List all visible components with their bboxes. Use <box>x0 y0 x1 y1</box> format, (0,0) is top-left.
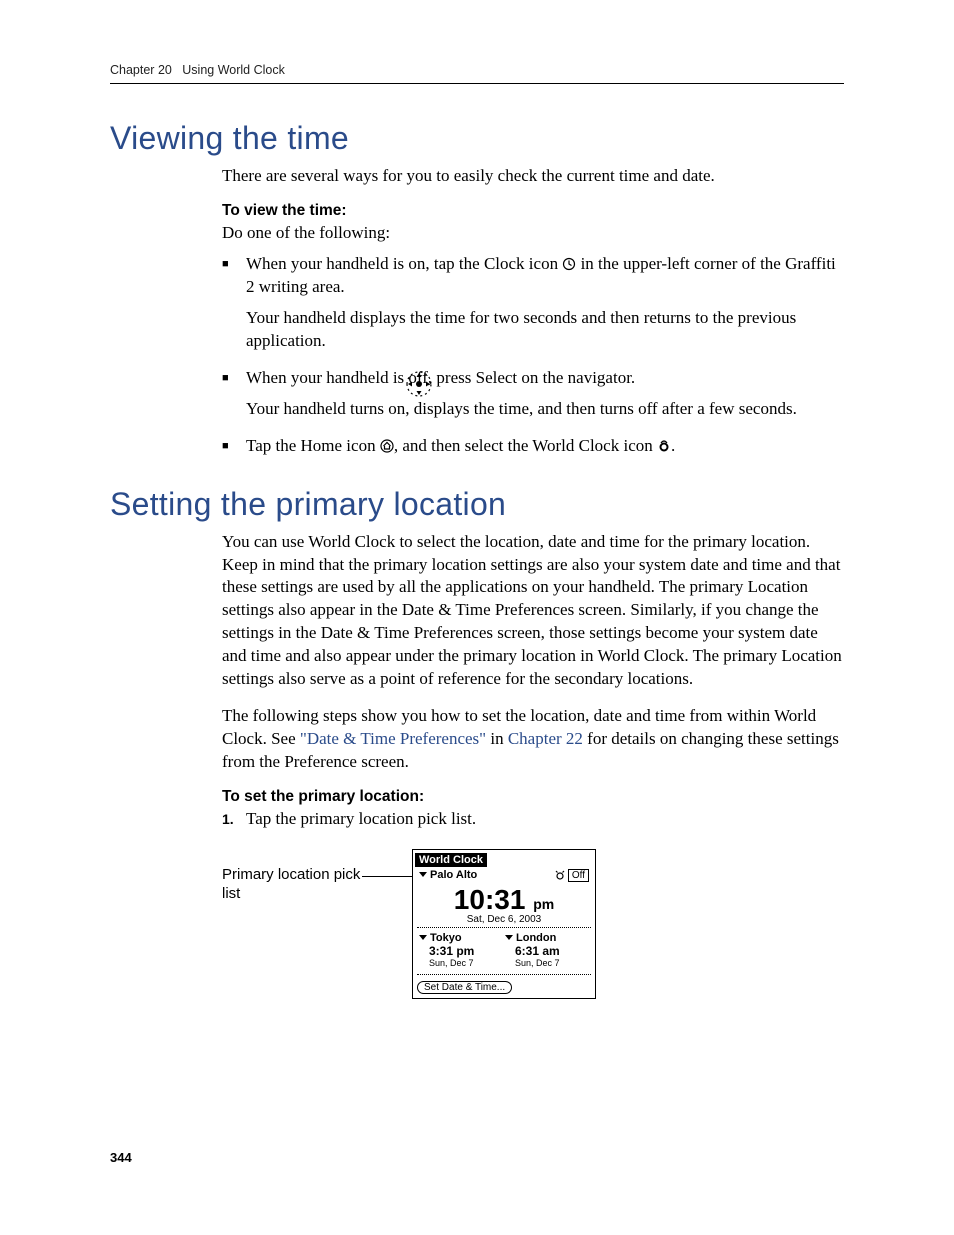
running-header: Chapter 20 Using World Clock <box>110 63 844 83</box>
procedure-heading: To view the time: <box>222 202 844 220</box>
chapter-title: Using World Clock <box>182 63 285 77</box>
figure: Primary location pick list World Clock P… <box>222 849 844 999</box>
xref-date-time-preferences[interactable]: "Date & Time Preferences" <box>300 729 486 748</box>
header-rule <box>110 83 844 84</box>
numbered-step: 1. Tap the primary location pick list. <box>222 808 844 831</box>
secondary-city-picklist[interactable]: London <box>505 932 591 944</box>
alarm-control[interactable]: Off <box>555 869 589 882</box>
callout-leader-line <box>362 876 412 877</box>
primary-location-picklist[interactable]: Palo Alto <box>419 869 477 881</box>
procedure-lead: Do one of the following: <box>222 222 844 245</box>
secondary-date: Sun, Dec 7 <box>419 958 505 968</box>
secondary-location: London 6:31 am Sun, Dec 7 <box>505 932 591 968</box>
bullet-item: ■ When your handheld is off, press Selec… <box>222 367 844 390</box>
bullet-sub: Your handheld turns on, displays the tim… <box>246 398 844 421</box>
world-clock-icon <box>657 439 671 453</box>
divider <box>417 974 591 975</box>
chevron-down-icon <box>419 872 427 877</box>
bullet-text: When your handheld is on, tap the Clock … <box>246 253 844 299</box>
bullet-mark-icon: ■ <box>222 435 246 458</box>
primary-time: 10:31 pm <box>413 882 595 914</box>
secondary-date: Sun, Dec 7 <box>505 958 591 968</box>
home-icon <box>380 439 394 453</box>
intro-paragraph: There are several ways for you to easily… <box>222 165 844 188</box>
bullet-sub: Your handheld displays the time for two … <box>246 307 844 353</box>
body-paragraph: The following steps show you how to set … <box>222 705 844 774</box>
section-heading-setting: Setting the primary location <box>110 486 844 523</box>
bullet-mark-icon: ■ <box>222 367 246 390</box>
alarm-icon <box>555 870 565 880</box>
chapter-label: Chapter 20 <box>110 63 172 77</box>
secondary-time: 3:31 pm <box>419 944 505 958</box>
callout-label: Primary location pick list <box>222 849 362 904</box>
clock-icon <box>562 257 576 271</box>
bullet-item: ■ When your handheld is on, tap the Cloc… <box>222 253 844 299</box>
secondary-city-picklist[interactable]: Tokyo <box>419 932 505 944</box>
secondary-time: 6:31 am <box>505 944 591 958</box>
secondary-location: Tokyo 3:31 pm Sun, Dec 7 <box>419 932 505 968</box>
chevron-down-icon <box>419 935 427 940</box>
step-number: 1. <box>222 808 246 831</box>
divider <box>417 927 591 928</box>
chevron-down-icon <box>505 935 513 940</box>
procedure-heading: To set the primary location: <box>222 788 844 806</box>
app-title: World Clock <box>415 853 487 867</box>
bullet-text: Tap the Home icon , and then select the … <box>246 435 844 458</box>
body-paragraph: You can use World Clock to select the lo… <box>222 531 844 692</box>
world-clock-screenshot: World Clock Palo Alto Off 10:31 pm Sat, … <box>412 849 596 999</box>
step-text: Tap the primary location pick list. <box>246 808 844 831</box>
bullet-text: When your handheld is off, press Select … <box>246 367 844 390</box>
page-number: 344 <box>110 1150 132 1165</box>
section-heading-viewing: Viewing the time <box>110 120 844 157</box>
bullet-mark-icon: ■ <box>222 253 246 299</box>
bullet-item: ■ Tap the Home icon , and then select th… <box>222 435 844 458</box>
set-date-time-button[interactable]: Set Date & Time... <box>417 981 512 994</box>
xref-chapter-22[interactable]: Chapter 22 <box>508 729 583 748</box>
primary-date: Sat, Dec 6, 2003 <box>413 914 595 925</box>
navigator-icon <box>402 367 436 401</box>
